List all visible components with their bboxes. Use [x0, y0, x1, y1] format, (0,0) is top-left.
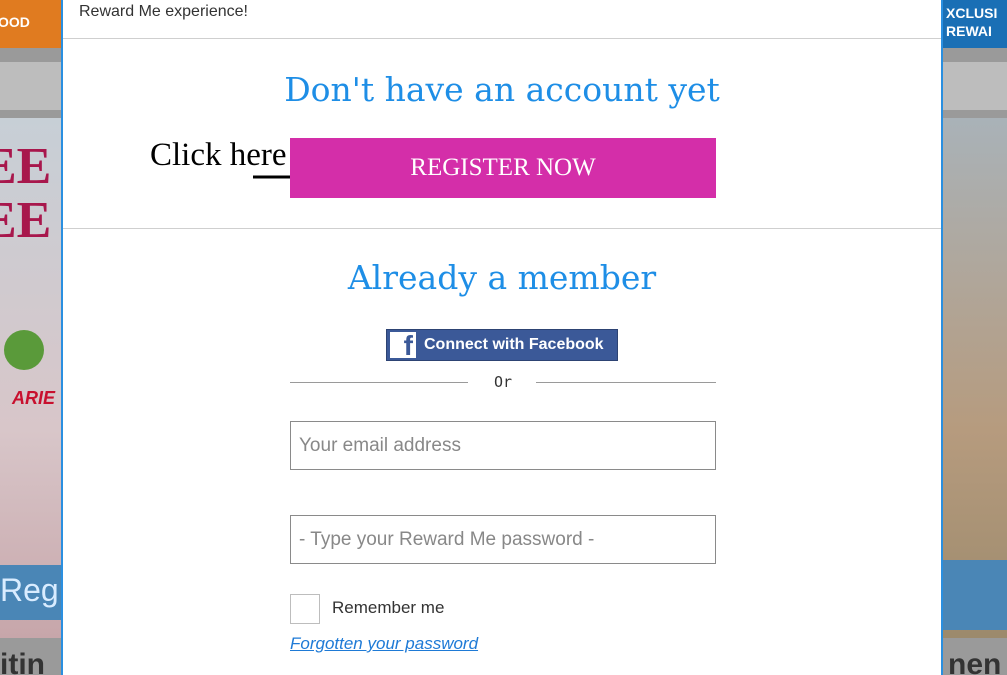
facebook-button-label: Connect with Facebook: [424, 336, 604, 353]
login-modal: Reward Me experience! Don't have an acco…: [61, 0, 943, 675]
remember-me-label: Remember me: [332, 598, 445, 617]
background-left-bottom-text: itin: [0, 648, 45, 675]
or-line-right: [536, 382, 716, 383]
background-left-tab-label: OOD: [0, 14, 30, 30]
password-input[interactable]: [290, 515, 716, 564]
register-now-button[interactable]: REGISTER NOW: [290, 138, 716, 198]
or-separator: Or: [290, 373, 716, 393]
background-left-brand: ARIE: [12, 388, 56, 408]
background-left-tab[interactable]: OOD: [0, 0, 62, 48]
remember-me-checkbox[interactable]: [290, 594, 320, 624]
facebook-icon: f: [390, 332, 416, 360]
register-heading: Don't have an account yet: [284, 70, 720, 109]
modal-intro-text: Reward Me experience!: [79, 3, 248, 20]
background-left-register-banner: Reg: [0, 565, 62, 620]
divider: [63, 38, 941, 39]
background-right-tab[interactable]: XCLUSI REWAI: [942, 0, 1007, 48]
email-input[interactable]: [290, 421, 716, 470]
background-right-blue-block: [942, 560, 1007, 630]
background-right-bottom-text: nen: [948, 648, 1002, 675]
member-heading: Already a member: [347, 258, 657, 297]
background-left-register-text: Reg: [0, 572, 59, 608]
divider: [63, 228, 941, 229]
connect-with-facebook-button[interactable]: f Connect with Facebook: [386, 329, 618, 361]
background-left-headline: EE EE: [0, 138, 52, 249]
ariel-logo-icon: [4, 330, 44, 370]
forgotten-password-link[interactable]: Forgotten your password: [290, 634, 478, 654]
